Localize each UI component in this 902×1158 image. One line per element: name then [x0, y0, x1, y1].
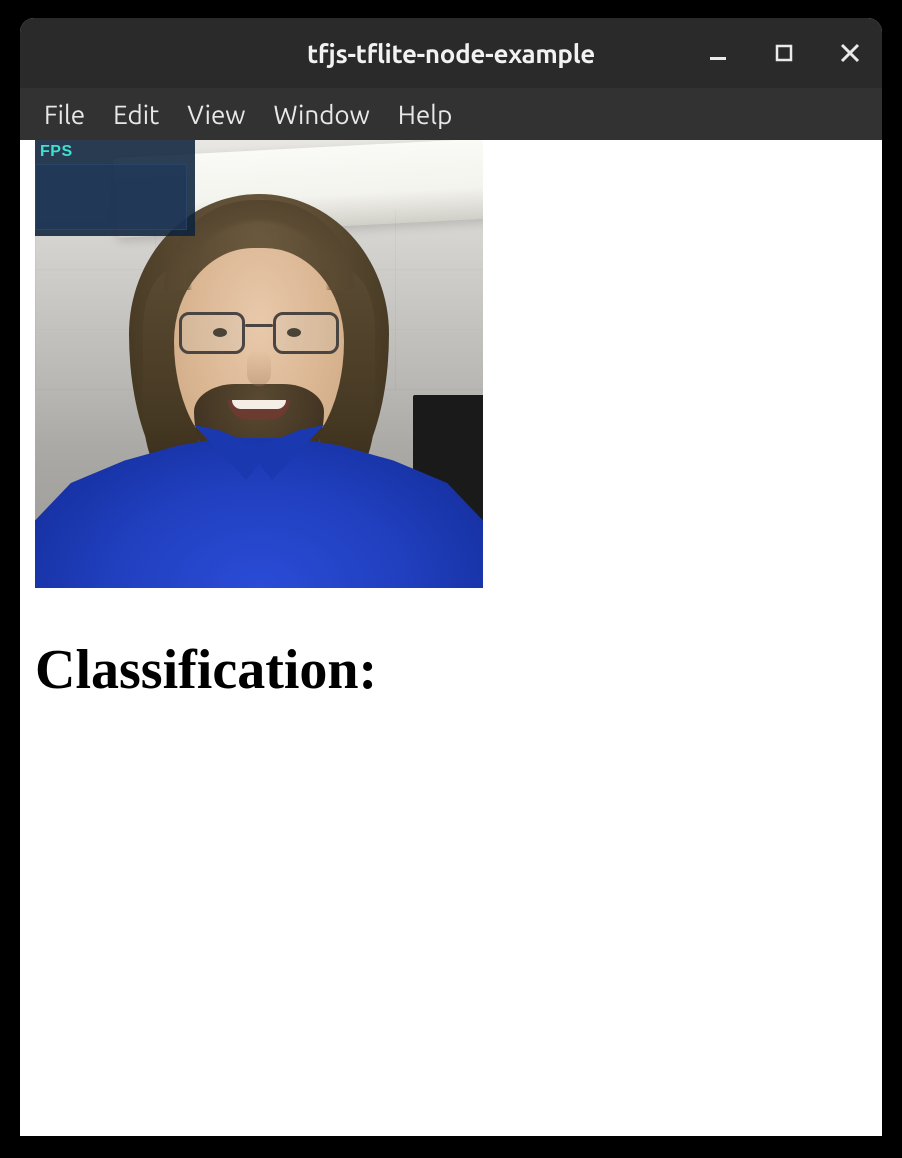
- menu-view[interactable]: View: [173, 94, 259, 135]
- close-button[interactable]: [832, 35, 868, 71]
- fps-label: FPS: [35, 140, 195, 164]
- maximize-button[interactable]: [766, 35, 802, 71]
- maximize-icon: [775, 44, 793, 62]
- menu-window[interactable]: Window: [259, 94, 383, 135]
- webcam-feed: FPS: [35, 140, 483, 588]
- menu-file[interactable]: File: [30, 94, 99, 135]
- menu-edit[interactable]: Edit: [99, 94, 173, 135]
- menubar: File Edit View Window Help: [20, 88, 882, 140]
- close-icon: [839, 42, 861, 64]
- content-area: FPS Classification:: [20, 140, 882, 1136]
- fps-stats-overlay[interactable]: FPS: [35, 140, 195, 236]
- window-title: tfjs-tflite-node-example: [307, 39, 595, 68]
- app-window: tfjs-tflite-node-example File Edit View …: [20, 18, 882, 1136]
- minimize-button[interactable]: [700, 35, 736, 71]
- menu-help[interactable]: Help: [384, 94, 467, 135]
- minimize-icon: [708, 43, 728, 63]
- window-controls: [700, 18, 868, 88]
- classification-heading: Classification:: [35, 638, 377, 702]
- fps-chart: [35, 164, 187, 230]
- titlebar[interactable]: tfjs-tflite-node-example: [20, 18, 882, 88]
